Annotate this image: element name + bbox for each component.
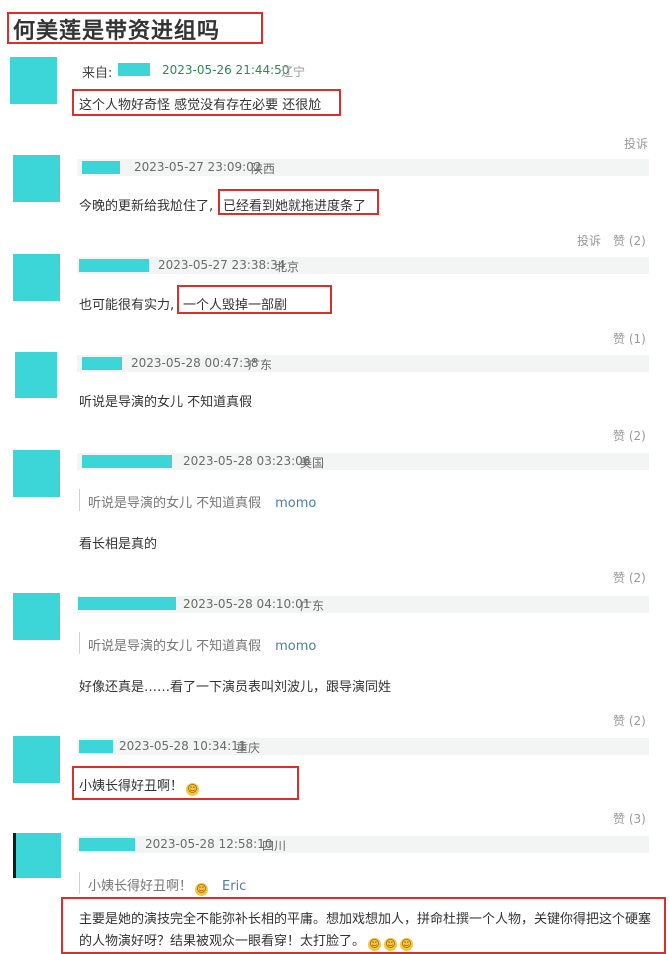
comment-text-highlighted: 已经看到她就拖进度条了 bbox=[223, 199, 367, 214]
quoted-user-link[interactable]: momo bbox=[275, 639, 316, 654]
avatar[interactable] bbox=[13, 833, 61, 878]
comment-location: 四川 bbox=[262, 839, 287, 853]
comment-text: 好像还真是……看了一下演员表叫刘波儿，跟导演同姓 bbox=[79, 680, 392, 695]
comment-location: 广东 bbox=[248, 358, 273, 372]
comment-text: 看长相是真的 bbox=[79, 537, 158, 552]
post-time: 2023-05-26 21:44:50 bbox=[162, 63, 290, 77]
grinning-emoji-icon: ☺ bbox=[368, 938, 382, 951]
quoted-user-link[interactable]: Eric bbox=[222, 879, 246, 894]
avatar[interactable] bbox=[13, 155, 60, 202]
from-label: 来自: bbox=[82, 66, 113, 81]
comment-text: 小姨长得好丑啊！ ☺ bbox=[79, 779, 200, 796]
like-button[interactable]: 赞 (2) bbox=[613, 427, 646, 444]
comment-location: 陕西 bbox=[251, 162, 276, 176]
comment-text-highlighted: 一个人毁掉一部剧 bbox=[183, 298, 288, 313]
comment-location: 广东 bbox=[300, 599, 325, 613]
quoted-text: 听说是导演的女儿 不知道真假 bbox=[88, 496, 262, 511]
quoted-user-link[interactable]: momo bbox=[275, 496, 316, 511]
avatar[interactable] bbox=[13, 593, 60, 640]
username-redacted[interactable] bbox=[82, 357, 122, 370]
username-redacted[interactable] bbox=[78, 597, 176, 610]
comment-time: 2023-05-27 23:38:34 bbox=[158, 258, 286, 272]
report-link[interactable]: 投诉 bbox=[577, 232, 601, 249]
quote-block: 听说是导演的女儿 不知道真假 momo bbox=[79, 489, 640, 511]
username-redacted[interactable] bbox=[82, 161, 120, 174]
quote-block: 小姨长得好丑啊！ ☺ Eric bbox=[79, 872, 640, 896]
comment-text: 今晚的更新给我尬住了, bbox=[79, 199, 214, 214]
username-redacted[interactable] bbox=[118, 63, 150, 76]
avatar[interactable] bbox=[13, 450, 60, 497]
comment-location: 重庆 bbox=[236, 741, 261, 755]
username-redacted[interactable] bbox=[82, 455, 172, 468]
comment-time: 2023-05-28 04:10:01 bbox=[183, 597, 311, 611]
grinning-emoji-icon: ☺ bbox=[400, 938, 414, 951]
username-redacted[interactable] bbox=[79, 838, 135, 851]
quoted-text: 小姨长得好丑啊！ bbox=[88, 879, 193, 894]
quoted-text: 听说是导演的女儿 不知道真假 bbox=[88, 639, 262, 654]
comment-location: 北京 bbox=[275, 260, 300, 274]
comment-time: 2023-05-28 03:23:06 bbox=[183, 454, 311, 468]
comment-text: 也可能很有实力, bbox=[79, 298, 175, 313]
avatar[interactable] bbox=[10, 57, 57, 104]
comment-time: 2023-05-28 00:47:38 bbox=[131, 356, 259, 370]
avatar[interactable] bbox=[13, 254, 60, 301]
post-location: 辽宁 bbox=[281, 65, 306, 79]
like-button[interactable]: 赞 (2) bbox=[613, 712, 646, 729]
username-redacted[interactable] bbox=[79, 259, 149, 272]
avatar[interactable] bbox=[15, 352, 57, 398]
like-button[interactable]: 赞 (2) bbox=[613, 232, 646, 249]
comment-text: 听说是导演的女儿 不知道真假 bbox=[79, 395, 253, 410]
grinning-emoji-icon: ☺ bbox=[195, 883, 209, 896]
comment-time: 2023-05-28 10:34:11 bbox=[119, 739, 247, 753]
grinning-emoji-icon: ☺ bbox=[384, 938, 398, 951]
page-title: 何美莲是带资进组吗 bbox=[13, 19, 221, 44]
username-redacted[interactable] bbox=[79, 740, 113, 753]
like-button[interactable]: 赞 (3) bbox=[613, 810, 646, 827]
grinning-emoji-icon: ☺ bbox=[186, 783, 200, 796]
like-button[interactable]: 赞 (1) bbox=[613, 330, 646, 347]
quote-block: 听说是导演的女儿 不知道真假 momo bbox=[79, 632, 640, 654]
comment-time: 2023-05-28 12:58:10 bbox=[145, 837, 273, 851]
like-button[interactable]: 赞 (2) bbox=[613, 569, 646, 586]
report-link[interactable]: 投诉 bbox=[624, 135, 648, 152]
avatar[interactable] bbox=[13, 736, 60, 783]
comment-time: 2023-05-27 23:09:02 bbox=[134, 160, 262, 174]
comment-text: 主要是她的演技完全不能弥补长相的平庸。想加戏想加人，拼命杜撰一个人物，关键你得把… bbox=[79, 912, 652, 951]
comment-location: 美国 bbox=[300, 456, 325, 470]
post-text: 这个人物好奇怪 感觉没有存在必要 还很尬 bbox=[79, 98, 322, 113]
